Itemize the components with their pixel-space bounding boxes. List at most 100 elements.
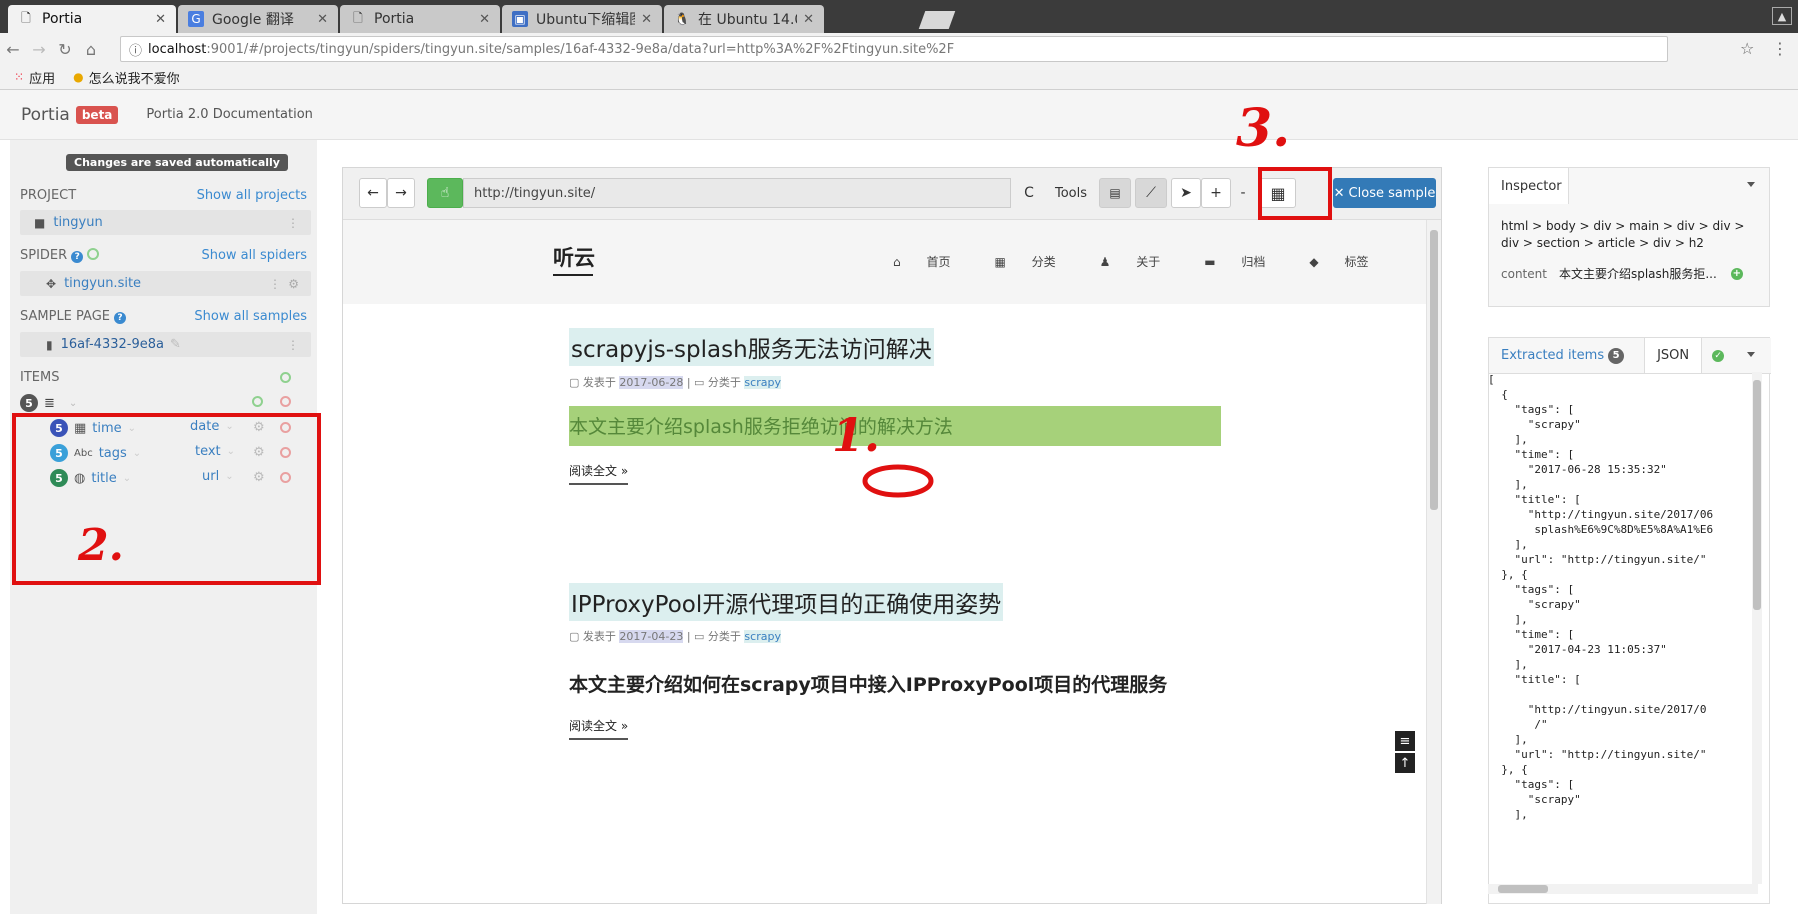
address-bar[interactable]: ⓘ localhost:9001/#/projects/tingyun/spid… xyxy=(120,36,1668,62)
add-spider-icon[interactable] xyxy=(87,248,100,260)
options-icon[interactable]: ⋮ xyxy=(287,338,299,352)
item-count-badge: 5 xyxy=(20,394,38,412)
minus-icon: - xyxy=(1240,185,1246,201)
browser-tab-google-translate[interactable]: G Google 翻译 ✕ xyxy=(178,5,338,33)
gear-icon[interactable]: ⚙ xyxy=(288,277,299,291)
scrollbar-thumb[interactable] xyxy=(1498,885,1548,893)
star-icon[interactable]: ☆ xyxy=(1740,39,1754,58)
css-tool-button[interactable]: ▤ xyxy=(1099,178,1131,208)
home-icon: ⌂ xyxy=(893,255,905,269)
edit-icon[interactable]: ✎ xyxy=(170,337,181,352)
site-nav-home[interactable]: ⌂ 首页 xyxy=(893,253,972,270)
post-title[interactable]: scrapyjs-splash服务无法访问解决 xyxy=(569,328,934,366)
scrollbar-thumb[interactable] xyxy=(1430,230,1438,510)
close-icon[interactable]: ✕ xyxy=(317,12,328,27)
tag-icon: ◆ xyxy=(1309,255,1323,269)
magic-tool-button[interactable]: ⟋ xyxy=(1135,178,1167,208)
info-icon[interactable]: ⓘ xyxy=(129,40,142,59)
delete-item-icon[interactable] xyxy=(280,396,291,407)
add-annotation-icon[interactable]: + xyxy=(1730,267,1743,280)
chevron-down-icon[interactable] xyxy=(1747,352,1755,357)
post-summary[interactable]: 本文主要介绍如何在scrapy项目中接入IPProxyPool项目的代理服务 xyxy=(569,670,1167,697)
project-item[interactable]: ■ tingyun ⋮ xyxy=(20,210,311,235)
extracted-items-tabs: Extracted items 5 JSON ✓ xyxy=(1489,338,1771,374)
browser-forward-button[interactable]: → xyxy=(387,178,415,208)
new-tab-button[interactable] xyxy=(918,11,956,29)
document-icon: ▤ xyxy=(1109,186,1121,200)
browser-tab-ubuntu-image[interactable]: ▣ Ubuntu下缩辑图片 ✕ xyxy=(502,5,662,33)
image-icon: ▣ xyxy=(512,11,528,27)
sample-scrollbar[interactable] xyxy=(1426,220,1441,904)
forward-icon[interactable]: → xyxy=(26,40,52,59)
inspector-attribute-row: content 本文主要介绍splash服务拒... + xyxy=(1501,266,1743,281)
documentation-link[interactable]: Portia 2.0 Documentation xyxy=(146,107,313,122)
extracted-items-tab[interactable]: Extracted items 5 xyxy=(1489,347,1630,364)
post-meta: ▢ 发表于 2017-06-28 | ▭ 分类于 scrapy xyxy=(569,376,781,389)
help-icon[interactable]: ? xyxy=(71,251,84,263)
site-nav-about[interactable]: ♟ 关于 xyxy=(1100,253,1183,270)
options-icon[interactable]: ⋮ xyxy=(269,277,281,291)
help-icon[interactable]: ? xyxy=(114,312,126,324)
show-all-projects-link[interactable]: Show all projects xyxy=(197,188,307,203)
sample-page-item[interactable]: ▮ 16af-4332-9e8a ✎ ⋮ xyxy=(20,332,311,357)
scrollbar-thumb[interactable] xyxy=(1753,380,1761,610)
spider-item[interactable]: ✥ tingyun.site ⋮ ⚙ xyxy=(20,271,311,296)
options-icon[interactable]: ⋮ xyxy=(287,216,299,230)
plus-icon: + xyxy=(1210,185,1222,201)
select-tool-button[interactable]: ➤ xyxy=(1171,178,1201,208)
close-sample-button[interactable]: ✕ Close sample xyxy=(1333,178,1436,208)
category-link[interactable]: scrapy xyxy=(744,630,781,643)
sample-url-input[interactable]: http://tingyun.site/ xyxy=(463,178,1011,208)
json-tab[interactable]: JSON xyxy=(1644,338,1703,373)
portia-logo[interactable]: Portia xyxy=(21,105,70,125)
site-nav-tags[interactable]: ◆ 标签 xyxy=(1309,253,1390,270)
browser-tab-ubuntu-1404[interactable]: 🐧 在 Ubuntu 14.04 上 ✕ xyxy=(664,5,824,33)
site-nav-categories[interactable]: ▦ 分类 xyxy=(994,253,1077,270)
extracted-count-badge: 5 xyxy=(1608,347,1625,364)
interaction-mode-button[interactable]: ☝ xyxy=(427,178,463,208)
close-icon[interactable]: ✕ xyxy=(155,12,166,27)
remove-tool-button[interactable]: - xyxy=(1231,178,1255,208)
page-icon: 🗋 xyxy=(21,10,31,25)
reload-icon[interactable]: ↻ xyxy=(52,40,78,59)
arrow-up-icon[interactable]: ↑ xyxy=(1395,753,1415,773)
chevron-down-icon[interactable] xyxy=(1747,182,1755,187)
read-more-link[interactable]: 阅读全文 » xyxy=(569,717,629,740)
post-summary-selected[interactable]: 本文主要介绍splash服务拒绝访问的解决方法 xyxy=(569,406,1221,446)
browser-tab-portia-2[interactable]: 🗋 Portia ✕ xyxy=(340,5,500,33)
browser-tab-portia-1[interactable]: 🗋 Portia ✕ xyxy=(8,5,176,33)
read-more-link[interactable]: 阅读全文 » xyxy=(569,462,629,485)
inspector-tab[interactable]: Inspector xyxy=(1489,168,1569,204)
back-icon[interactable]: ← xyxy=(0,40,26,59)
close-icon[interactable]: ✕ xyxy=(803,12,814,27)
category-link[interactable]: scrapy xyxy=(744,376,781,389)
reload-button[interactable]: C xyxy=(1011,178,1047,208)
add-item-icon[interactable] xyxy=(280,372,291,383)
show-all-samples-link[interactable]: Show all samples xyxy=(194,309,307,324)
site-nav-archive[interactable]: ▬ 归档 xyxy=(1204,253,1287,270)
post-title[interactable]: IPProxyPool开源代理项目的正确使用姿势 xyxy=(569,583,1004,621)
item-root-row[interactable]: 5 ≣ ⌄ xyxy=(20,394,77,412)
site-logo[interactable]: 听云 xyxy=(553,242,595,272)
user-icon[interactable]: ▲ xyxy=(1772,7,1792,25)
wand-icon: ⟋ xyxy=(1146,185,1156,201)
json-scrollbar[interactable] xyxy=(1752,372,1762,884)
chevron-down-icon[interactable]: ⌄ xyxy=(69,398,77,409)
add-tool-button[interactable]: + xyxy=(1201,178,1231,208)
bookmark-song[interactable]: ● 怎么说我不爱你 xyxy=(73,68,180,87)
menu-icon[interactable]: ≡ xyxy=(1395,731,1415,751)
sample-page-label: SAMPLE PAGE? xyxy=(20,309,126,324)
menu-icon[interactable]: ⋮ xyxy=(1772,39,1788,58)
close-icon[interactable]: ✕ xyxy=(479,12,490,27)
annotation-label-2: 2. xyxy=(78,520,124,571)
tools-label: Tools xyxy=(1055,186,1088,201)
bookmark-apps[interactable]: ⁙ 应用 xyxy=(14,68,55,87)
browser-back-button[interactable]: ← xyxy=(359,178,387,208)
sample-browser: ← → ☝ http://tingyun.site/ C Tools ▤ ⟋ ➤… xyxy=(342,167,1442,904)
json-horizontal-scrollbar[interactable] xyxy=(1488,884,1758,894)
close-icon[interactable]: ✕ xyxy=(641,12,652,27)
add-field-icon[interactable] xyxy=(252,396,263,407)
home-icon[interactable]: ⌂ xyxy=(78,40,104,59)
show-all-spiders-link[interactable]: Show all spiders xyxy=(201,248,307,263)
cursor-icon: ➤ xyxy=(1180,185,1192,201)
